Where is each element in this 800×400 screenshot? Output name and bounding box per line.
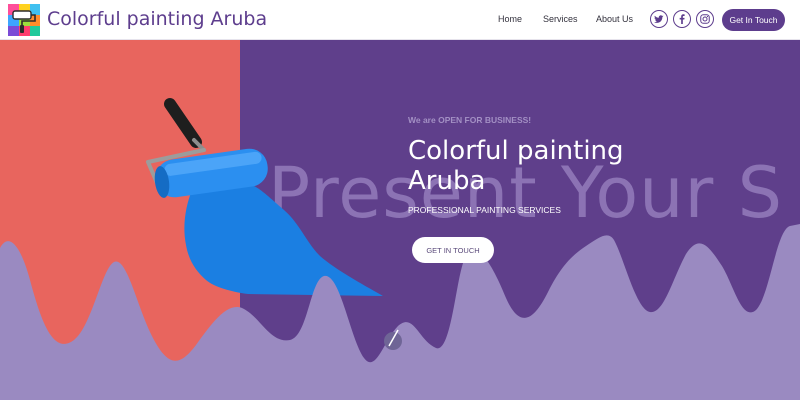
facebook-icon [679, 14, 685, 24]
decorative-circle [384, 332, 402, 350]
site-header: Colorful painting Aruba Home Services Ab… [0, 0, 800, 40]
paint-roller-icon [146, 98, 268, 198]
nav-services[interactable]: Services [543, 14, 578, 24]
nav-home[interactable]: Home [498, 14, 522, 24]
twitter-button[interactable] [650, 10, 668, 28]
hero-title: Colorful painting Aruba [408, 136, 624, 196]
paint-spill [184, 176, 383, 296]
twitter-icon [654, 14, 664, 23]
hero-eyebrow: We are OPEN FOR BUSINESS! [408, 115, 532, 125]
facebook-button[interactable] [673, 10, 691, 28]
hero-subtitle: PROFESSIONAL PAINTING SERVICES [408, 205, 561, 215]
site-brand[interactable]: Colorful painting Aruba [47, 8, 267, 30]
lavender-wave [0, 224, 800, 400]
nav-about-us[interactable]: About Us [596, 14, 633, 24]
paint-roller-logo-icon[interactable] [8, 4, 40, 36]
get-in-touch-button[interactable]: Get In Touch [722, 9, 785, 31]
hero-section: Present Your S We are OPEN FOR BUSINESS!… [0, 40, 800, 400]
instagram-button[interactable] [696, 10, 714, 28]
hero-artwork [0, 98, 800, 400]
instagram-icon [700, 14, 710, 24]
hero-get-in-touch-button[interactable]: GET IN TOUCH [412, 237, 494, 263]
